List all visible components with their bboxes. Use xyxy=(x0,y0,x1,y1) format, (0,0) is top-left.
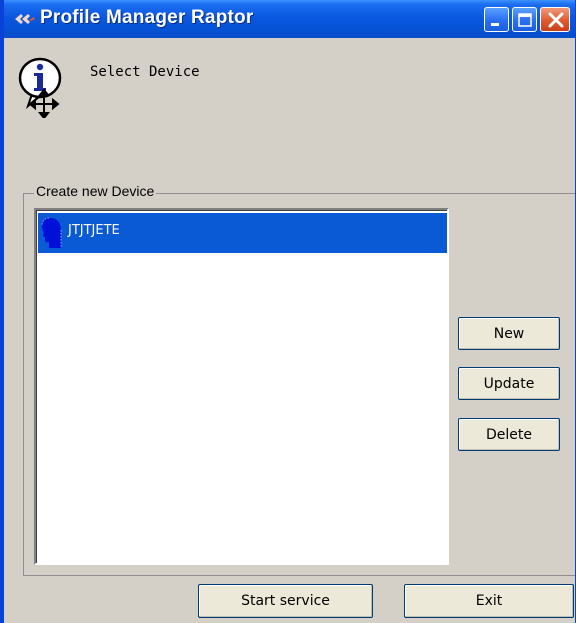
window-title: Profile Manager Raptor xyxy=(40,7,254,28)
delete-button[interactable]: Delete xyxy=(458,418,560,451)
new-button[interactable]: New xyxy=(458,317,560,350)
raptor-app-icon xyxy=(15,14,35,24)
minimize-icon xyxy=(491,23,499,26)
maximize-button[interactable] xyxy=(512,7,537,32)
list-item[interactable]: JTJTJETE xyxy=(38,213,447,253)
user-silhouette-icon xyxy=(41,217,62,248)
title-bar[interactable]: Profile Manager Raptor xyxy=(4,0,575,38)
close-button[interactable] xyxy=(540,7,570,32)
start-service-button[interactable]: Start service xyxy=(198,584,373,618)
close-icon xyxy=(548,12,564,28)
app-window: Profile Manager Raptor Select Device Cre… xyxy=(0,0,576,623)
update-button[interactable]: Update xyxy=(458,367,560,400)
header-instruction: Select Device xyxy=(90,64,200,80)
info-icon xyxy=(18,57,62,118)
minimize-button[interactable] xyxy=(484,7,509,32)
device-name: JTJTJETE xyxy=(68,223,120,238)
maximize-icon xyxy=(518,13,532,27)
exit-button[interactable]: Exit xyxy=(404,584,574,618)
group-label: Create new Device xyxy=(34,183,157,199)
device-list[interactable]: JTJTJETE xyxy=(34,208,449,565)
